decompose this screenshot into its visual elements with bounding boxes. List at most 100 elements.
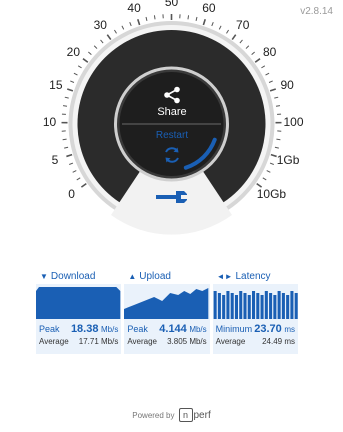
upload-chart <box>124 285 210 319</box>
latency-bar <box>260 295 264 319</box>
restart-label: Restart <box>155 130 189 141</box>
gauge-minor-tick <box>62 138 67 141</box>
latency-bar <box>238 291 242 319</box>
gauge-minor-tick <box>64 96 69 99</box>
gauge-minor-tick <box>64 146 69 149</box>
download-header: ▼ Download <box>36 268 122 284</box>
latency-bar <box>230 293 234 319</box>
download-arrow-icon: ▼ <box>40 271 48 281</box>
latency-minimum-row: Minimum 23.70 ms <box>216 323 295 335</box>
gauge-scale-label: 1Gb <box>276 152 300 167</box>
gauge-major-tick <box>137 19 141 26</box>
gauge-minor-tick <box>218 25 222 30</box>
gauge-major-tick <box>80 182 87 188</box>
gauge-minor-tick <box>251 51 255 55</box>
upload-arrow-icon: ▲ <box>128 271 137 281</box>
gauge-minor-tick <box>73 72 78 76</box>
gauge-major-tick <box>106 34 112 41</box>
gauge-minor-tick <box>70 80 75 83</box>
gauge-major-tick <box>231 34 237 41</box>
share-icon <box>164 86 180 104</box>
gauge-minor-tick <box>266 170 271 173</box>
gauge-scale-label: 0 <box>68 186 75 201</box>
latency-arrows-icon: ◄► <box>216 271 233 281</box>
gauge-minor-tick <box>100 39 104 44</box>
footer: Powered by n perf <box>0 408 343 422</box>
gauge-minor-tick <box>274 146 279 149</box>
gauge-minor-tick <box>265 72 270 76</box>
gauge-minor-tick <box>153 15 156 20</box>
gauge-minor-tick <box>262 177 267 181</box>
restart-button[interactable]: Restart <box>140 130 204 170</box>
download-avg-value: 17.71 Mb/s <box>78 337 119 346</box>
gauge-scale-label: 30 <box>93 17 107 32</box>
latency-bar <box>290 291 294 319</box>
gauge-minor-tick <box>226 29 229 34</box>
gauge-minor-tick <box>88 51 92 55</box>
latency-bar <box>281 293 285 319</box>
upload-peak-value: 4.144 <box>159 323 187 335</box>
gauge-scale-label: 50 <box>164 0 179 9</box>
upload-peak-unit: Mb/s <box>189 325 207 334</box>
upload-title: Upload <box>139 270 171 282</box>
latency-bar <box>294 293 298 319</box>
results-panel: ▼ Download Peak 18.38 Mb/s Average 17.71… <box>36 268 298 354</box>
gauge-minor-tick <box>76 177 81 181</box>
latency-min-label: Minimum <box>215 324 253 334</box>
gauge-minor-tick <box>145 16 148 21</box>
download-peak-row: Peak 18.38 Mb/s <box>39 323 118 335</box>
download-peak-value: 18.38 <box>70 323 99 335</box>
gauge-major-tick <box>66 153 73 158</box>
latency-bar <box>255 293 259 319</box>
upload-average-row: Average 3.805 Mb/s <box>127 337 206 346</box>
gauge-major-tick <box>82 58 89 63</box>
gauge-minor-tick <box>245 45 250 49</box>
gauge-scale-label: 90 <box>280 78 294 93</box>
gauge-minor-tick <box>261 65 266 69</box>
gauge-major-tick <box>202 19 206 26</box>
download-metric[interactable]: ▼ Download Peak 18.38 Mb/s Average 17.71… <box>36 268 122 354</box>
download-title: Download <box>50 270 96 282</box>
nperf-brand-text: perf <box>193 409 211 421</box>
gauge-major-tick <box>66 88 74 92</box>
gauge-scale-label: 60 <box>202 0 216 15</box>
gauge-minor-tick <box>93 45 98 49</box>
upload-peak-row: Peak 4.144 Mb/s <box>127 323 206 335</box>
latency-metric[interactable]: ◄► Latency Minimum 23.70 ms Average 24.4… <box>212 268 298 354</box>
upload-metric[interactable]: ▲ Upload Peak 4.144 Mb/s Average 3.805 M… <box>124 268 210 354</box>
latency-average-row: Average 24.49 ms <box>216 337 295 346</box>
gauge-minor-tick <box>77 65 82 69</box>
share-label: Share <box>157 106 187 118</box>
gauge-scale-label: 20 <box>66 44 81 59</box>
latency-bar <box>285 295 289 319</box>
latency-bar <box>226 291 230 319</box>
download-chart <box>36 285 122 319</box>
gauge-minor-tick <box>69 162 74 165</box>
gauge-scale-label: 10Gb <box>256 186 287 201</box>
gauge-scale-label: 15 <box>49 78 63 93</box>
gauge-minor-tick <box>276 138 281 141</box>
gauge-scale-label: 80 <box>262 44 277 59</box>
gauge-minor-tick <box>268 80 273 83</box>
gauge-minor-tick <box>187 15 190 20</box>
gauge-minor-tick <box>72 170 77 173</box>
gauge-scale-label: 5 <box>51 152 59 167</box>
latency-bar <box>234 295 238 319</box>
powered-by-label: Powered by <box>132 410 175 420</box>
latency-bar <box>251 291 255 319</box>
share-button[interactable]: Share <box>140 86 204 122</box>
latency-bar <box>243 293 247 319</box>
gauge-minor-tick <box>274 96 279 99</box>
latency-bar <box>272 295 277 319</box>
gauge-major-tick <box>269 88 277 92</box>
latency-title: Latency <box>235 270 271 282</box>
latency-bar <box>264 291 268 319</box>
settings-wrench-button[interactable] <box>153 185 189 209</box>
nperf-logo[interactable]: n perf <box>178 408 211 422</box>
latency-chart <box>212 285 298 319</box>
gauge-minor-tick <box>275 105 281 107</box>
upload-header: ▲ Upload <box>124 268 210 284</box>
latency-bar <box>221 295 225 319</box>
gauge-scale-label: 100 <box>283 115 304 130</box>
latency-bar <box>217 293 221 319</box>
